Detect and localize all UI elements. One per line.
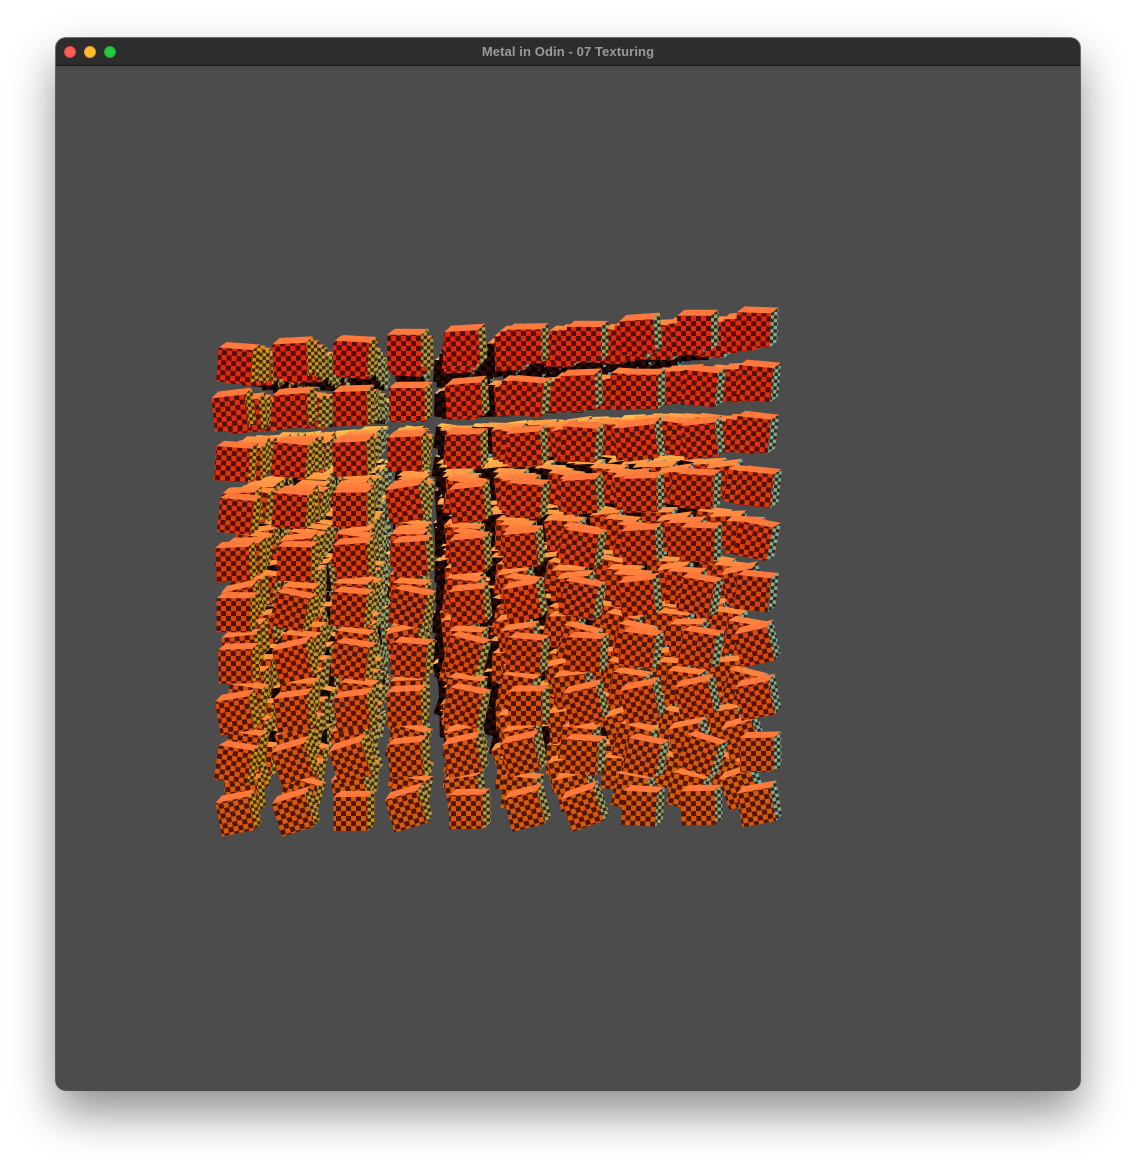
textured-cube — [732, 516, 782, 561]
textured-cube — [386, 684, 430, 727]
textured-cube — [508, 685, 550, 726]
textured-cube — [621, 522, 665, 566]
textured-cube — [620, 417, 666, 463]
textured-cube — [387, 584, 437, 629]
textured-cube — [387, 328, 429, 369]
app-window: Metal in Odin - 07 Texturing — [56, 38, 1080, 1090]
textured-cube — [619, 312, 663, 356]
textured-cube — [619, 676, 666, 725]
textured-cube — [332, 536, 377, 580]
textured-cube — [735, 306, 779, 348]
textured-cube — [271, 487, 316, 530]
textured-cube — [561, 472, 605, 516]
textured-cube — [216, 592, 259, 633]
textured-cube — [332, 486, 375, 527]
textured-cube — [332, 384, 375, 427]
textured-cube — [215, 689, 261, 736]
metal-render-viewport[interactable] — [56, 66, 1080, 1090]
textured-cube — [330, 637, 378, 682]
textured-cube — [558, 575, 607, 621]
textured-cube — [269, 587, 319, 633]
textured-cube — [733, 569, 779, 613]
textured-cube — [442, 682, 492, 728]
textured-cube — [565, 631, 610, 674]
textured-cube — [736, 780, 783, 828]
textured-cube — [214, 540, 258, 583]
textured-cube — [617, 626, 665, 670]
textured-cube — [560, 420, 605, 463]
textured-cube — [218, 642, 261, 684]
textured-cube — [387, 735, 432, 779]
textured-cube — [505, 632, 551, 675]
textured-cube — [332, 687, 378, 733]
textured-cube — [501, 525, 546, 570]
textured-cube — [736, 465, 782, 509]
textured-cube — [448, 479, 493, 524]
textured-cube — [211, 387, 256, 433]
window-title: Metal in Odin - 07 Texturing — [481, 44, 655, 59]
textured-cube — [216, 342, 261, 385]
textured-cube — [272, 687, 318, 734]
textured-cube — [444, 323, 488, 367]
textured-cube — [448, 788, 491, 830]
textured-cube — [674, 673, 721, 722]
textured-cube — [213, 440, 259, 483]
textured-cube — [562, 733, 607, 776]
textured-cube — [679, 521, 723, 563]
textured-cube — [680, 364, 726, 408]
textured-cube — [677, 309, 719, 350]
textured-cube — [446, 428, 489, 469]
textured-cube — [386, 429, 430, 472]
textured-cube — [680, 784, 723, 826]
title-bar[interactable]: Metal in Odin - 07 Texturing — [56, 38, 1080, 66]
textured-cube — [505, 424, 550, 469]
textured-cube — [736, 359, 782, 402]
textured-cube — [680, 415, 726, 461]
textured-cube — [276, 540, 319, 582]
textured-cube — [390, 636, 436, 679]
textured-cube — [560, 368, 604, 411]
textured-cube — [391, 534, 435, 578]
textured-cube — [739, 731, 782, 773]
textured-cube — [332, 435, 375, 477]
textured-cube — [677, 625, 725, 670]
textured-cube — [446, 375, 490, 420]
textured-cube — [215, 788, 262, 837]
textured-cube — [678, 468, 722, 510]
textured-cube — [505, 477, 550, 520]
textured-cube — [272, 386, 316, 430]
textured-cube — [623, 368, 666, 409]
textured-cube — [384, 478, 431, 525]
cube-scene — [211, 306, 783, 837]
textured-cube — [390, 381, 433, 423]
textured-cube — [621, 733, 671, 778]
textured-cube — [621, 784, 665, 827]
textured-cube — [733, 410, 780, 454]
textured-cube — [448, 531, 493, 575]
textured-cube — [333, 790, 375, 832]
textured-cube — [735, 673, 782, 721]
textured-cube — [272, 336, 316, 379]
textured-cube — [566, 320, 609, 361]
textured-cube — [448, 581, 493, 627]
textured-cube — [270, 436, 316, 480]
textured-cube — [560, 524, 608, 569]
textured-cube — [618, 572, 663, 618]
textured-cube — [506, 374, 552, 418]
textured-cube — [329, 586, 375, 629]
textured-cube — [213, 740, 261, 785]
textured-cube — [502, 576, 549, 624]
textured-cube — [675, 572, 724, 617]
textured-cube — [622, 471, 665, 513]
textured-cube — [217, 492, 262, 535]
textured-cube — [506, 323, 549, 364]
